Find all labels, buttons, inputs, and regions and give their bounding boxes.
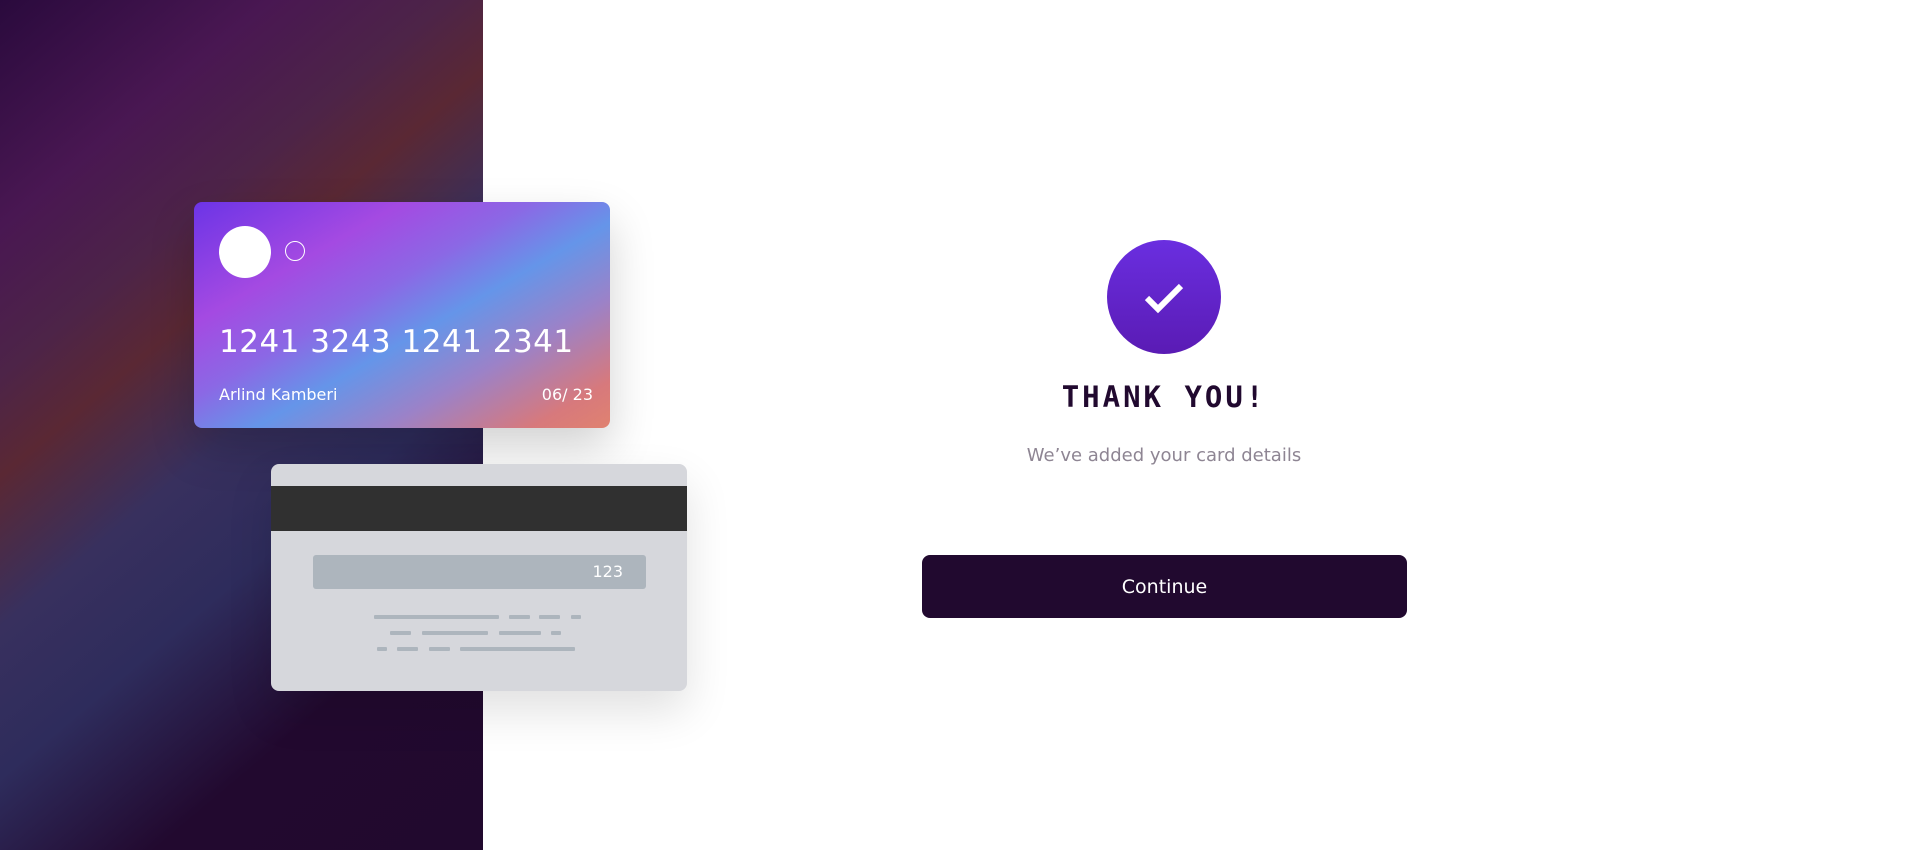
decor-line xyxy=(374,615,499,619)
card-front: 1241 3243 1241 2341 Arlind Kamberi 06/ 2… xyxy=(194,202,610,428)
decor-line xyxy=(551,631,561,635)
card-logo-circle-outline xyxy=(285,241,305,261)
card-logo-circle-filled xyxy=(219,226,271,278)
cardholder-name: Arlind Kamberi xyxy=(219,385,338,404)
confirmation-message: We’ve added your card details xyxy=(1026,445,1302,466)
card-back: 123 xyxy=(271,464,687,691)
decor-line xyxy=(422,631,488,635)
decor-line xyxy=(390,631,411,635)
card-number: 1241 3243 1241 2341 xyxy=(219,324,574,360)
card-expiry-date: 06/ 23 xyxy=(541,385,593,404)
decor-line xyxy=(397,647,418,651)
card-back-decoration xyxy=(271,464,687,691)
decor-line xyxy=(460,647,575,651)
decor-line xyxy=(509,615,530,619)
check-icon xyxy=(1144,283,1184,314)
decor-line xyxy=(377,647,387,651)
decor-line xyxy=(539,615,560,619)
decor-line xyxy=(571,615,581,619)
continue-button[interactable]: Continue xyxy=(922,555,1407,618)
decor-line xyxy=(499,631,541,635)
decor-line xyxy=(429,647,450,651)
success-badge xyxy=(1107,240,1221,354)
thank-you-heading: THANK YOU! xyxy=(1061,380,1267,414)
